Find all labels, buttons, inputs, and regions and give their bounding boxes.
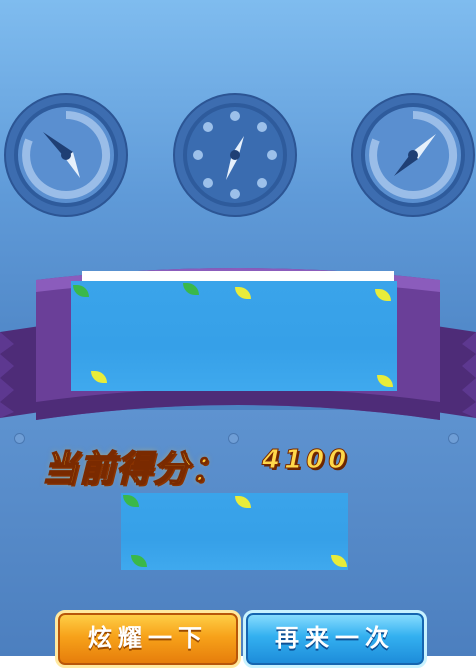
rivet [228, 433, 239, 444]
leaf-icon [131, 555, 147, 567]
leaf-icon [377, 375, 393, 387]
leaf-icon [73, 285, 89, 297]
leaf-icon [375, 289, 391, 301]
rank-panel [121, 493, 348, 570]
score-label: 当前得分： [41, 448, 228, 491]
leaf-icon [183, 283, 199, 295]
show-off-button[interactable]: 炫耀一下 [55, 610, 241, 668]
dial-gauge-icon [173, 93, 297, 217]
score-value: 4100 [261, 445, 351, 476]
rivet [14, 433, 25, 444]
leaf-icon [235, 287, 251, 299]
leaf-icon [235, 496, 251, 508]
avatar-panel [71, 281, 397, 391]
leaf-icon [91, 371, 107, 383]
compass-gauge-icon [351, 93, 475, 217]
ribbon-highlight [82, 271, 394, 281]
rivet [448, 433, 459, 444]
leaf-icon [123, 495, 139, 507]
compass-gauge-icon [4, 93, 128, 217]
leaf-icon [331, 555, 347, 567]
play-again-button[interactable]: 再来一次 [243, 610, 427, 668]
